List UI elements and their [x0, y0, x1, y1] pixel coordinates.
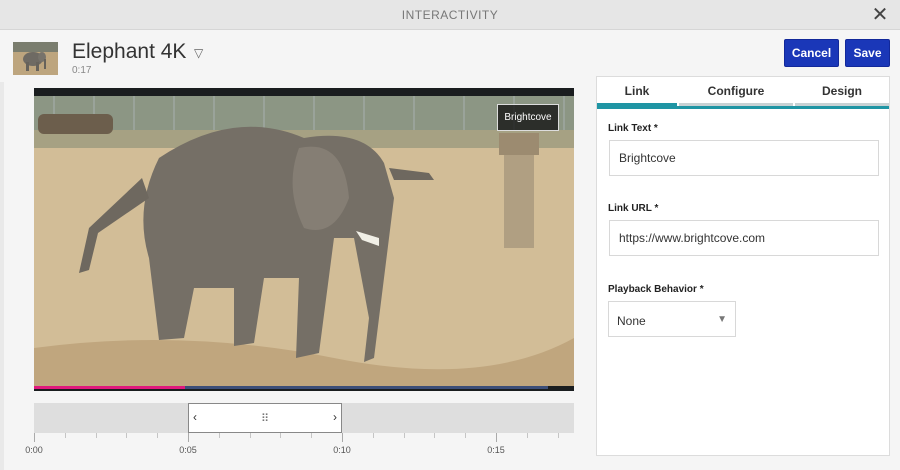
timeline-selection-range[interactable]: ‹ ⠿ ›	[188, 403, 342, 433]
timeline-tick-label: 0:10	[333, 445, 351, 455]
tab-configure[interactable]: Configure	[679, 77, 793, 106]
chevron-left-icon[interactable]: ‹	[193, 410, 197, 424]
timeline-tick	[188, 433, 189, 442]
playback-behavior-label: Playback Behavior *	[608, 284, 704, 295]
drag-grip-icon[interactable]: ⠿	[261, 412, 269, 425]
video-duration: 0:17	[72, 65, 92, 76]
tab-indicator	[795, 103, 889, 106]
cancel-button[interactable]: Cancel	[784, 39, 839, 67]
timeline-tick	[157, 433, 158, 438]
video-player[interactable]: Brightcove	[34, 88, 574, 391]
timeline-tick	[434, 433, 435, 438]
progress-buffered	[185, 386, 548, 389]
timeline-track[interactable]: ‹ ⠿ ›	[34, 403, 574, 433]
close-icon[interactable]: ✕	[870, 4, 890, 26]
timeline-tick	[65, 433, 66, 438]
overlay-link-button[interactable]: Brightcove	[497, 104, 559, 131]
timeline-tick-label: 0:15	[487, 445, 505, 455]
tab-link-label: Link	[624, 84, 650, 98]
timeline-ruler: 0:00 0:05 0:10 0:15	[25, 433, 574, 470]
interactivity-panel: Link Configure Design Link Text * Link U…	[596, 76, 890, 456]
link-text-label: Link Text *	[608, 123, 658, 134]
playback-behavior-value: None	[617, 314, 646, 328]
timeline-tick	[219, 433, 220, 438]
link-url-label: Link URL *	[608, 203, 659, 214]
timeline-tick	[342, 433, 343, 442]
video-header: Elephant 4K ▽ 0:17 Cancel Save	[0, 30, 900, 82]
timeline-tick	[527, 433, 528, 438]
chevron-right-icon[interactable]: ›	[333, 410, 337, 424]
video-title: Elephant 4K	[72, 40, 187, 63]
timeline-tick	[250, 433, 251, 438]
timeline-tick-label: 0:00	[25, 445, 43, 455]
chevron-down-icon: ▼	[717, 314, 727, 325]
tab-indicator	[679, 103, 793, 106]
caret-down-icon[interactable]: ▽	[194, 46, 203, 60]
panel-tabs: Link Configure Design	[597, 77, 889, 109]
timeline-tick	[558, 433, 559, 438]
timeline-tick	[34, 433, 35, 442]
left-edge	[0, 82, 4, 470]
timeline-tick	[465, 433, 466, 438]
video-thumbnail	[13, 42, 58, 75]
timeline-tick	[280, 433, 281, 438]
timeline-tick-label: 0:05	[179, 445, 197, 455]
window-titlebar: INTERACTIVITY ✕	[0, 0, 900, 30]
progress-fill	[34, 386, 185, 389]
link-text-input[interactable]	[609, 140, 879, 176]
tab-design[interactable]: Design	[795, 77, 889, 106]
window-title: INTERACTIVITY	[401, 8, 499, 22]
tab-design-label: Design	[821, 84, 862, 98]
playback-behavior-select[interactable]: None ▼	[608, 301, 736, 337]
timeline-tick	[373, 433, 374, 438]
timeline-tick	[311, 433, 312, 438]
tab-link[interactable]: Link	[597, 77, 677, 106]
tab-configure-label: Configure	[707, 84, 765, 98]
save-button[interactable]: Save	[845, 39, 890, 67]
timeline-tick	[404, 433, 405, 438]
progress-track[interactable]	[34, 386, 574, 391]
timeline-tick	[496, 433, 497, 442]
timeline-tick	[126, 433, 127, 438]
timeline-tick	[96, 433, 97, 438]
link-url-input[interactable]	[609, 220, 879, 256]
tab-indicator	[597, 103, 677, 106]
video-frame	[34, 88, 574, 386]
